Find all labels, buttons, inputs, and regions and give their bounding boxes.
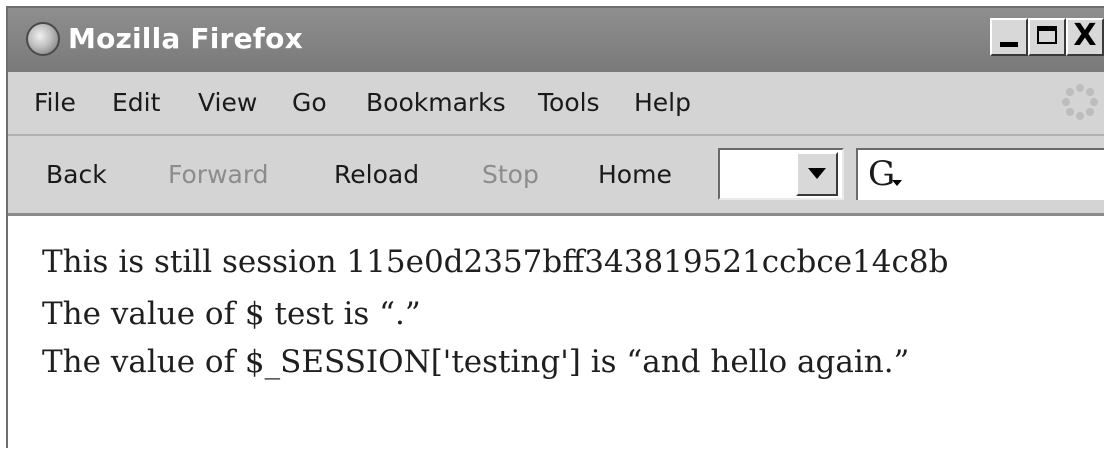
minimize-icon <box>1000 42 1018 47</box>
window-title: Mozilla Firefox <box>68 22 303 55</box>
firefox-globe-icon <box>26 22 60 56</box>
search-engine-caret-icon <box>892 180 902 186</box>
session-line: This is still session 115e0d2357bff34381… <box>42 244 949 280</box>
minimize-button[interactable] <box>990 18 1028 56</box>
browser-window: Mozilla Firefox X File Edit View Go Book… <box>6 6 1104 450</box>
search-box[interactable]: G <box>856 148 1104 200</box>
page-content: This is still session 115e0d2357bff34381… <box>8 216 1104 450</box>
test-value-line: The value of $ test is “.” <box>42 296 421 332</box>
menu-edit[interactable]: Edit <box>112 88 160 117</box>
close-icon: X <box>1073 18 1097 53</box>
address-dropdown-button[interactable] <box>796 152 838 196</box>
reload-button[interactable]: Reload <box>334 160 419 189</box>
title-bar[interactable]: Mozilla Firefox X <box>8 8 1104 72</box>
menu-bookmarks[interactable]: Bookmarks <box>366 88 506 117</box>
menu-file[interactable]: File <box>34 88 76 117</box>
search-engine-letter: G <box>868 154 896 194</box>
navigation-toolbar: Back Forward Reload Stop Home G <box>8 136 1104 216</box>
maximize-button[interactable] <box>1028 18 1066 56</box>
home-button[interactable]: Home <box>598 160 672 189</box>
menu-tools[interactable]: Tools <box>538 88 600 117</box>
stop-button[interactable]: Stop <box>482 160 539 189</box>
forward-button[interactable]: Forward <box>168 160 269 189</box>
session-testing-line: The value of $_SESSION['testing'] is “an… <box>42 344 910 380</box>
menu-go[interactable]: Go <box>292 88 327 117</box>
chevron-down-icon <box>808 168 826 179</box>
menu-view[interactable]: View <box>198 88 257 117</box>
menu-bar: File Edit View Go Bookmarks Tools Help <box>8 72 1104 136</box>
back-button[interactable]: Back <box>46 160 107 189</box>
close-button[interactable]: X <box>1066 18 1104 56</box>
menu-help[interactable]: Help <box>634 88 691 117</box>
maximize-icon <box>1037 26 1057 44</box>
google-search-icon[interactable]: G <box>868 154 904 194</box>
throbber-icon <box>1062 84 1098 120</box>
